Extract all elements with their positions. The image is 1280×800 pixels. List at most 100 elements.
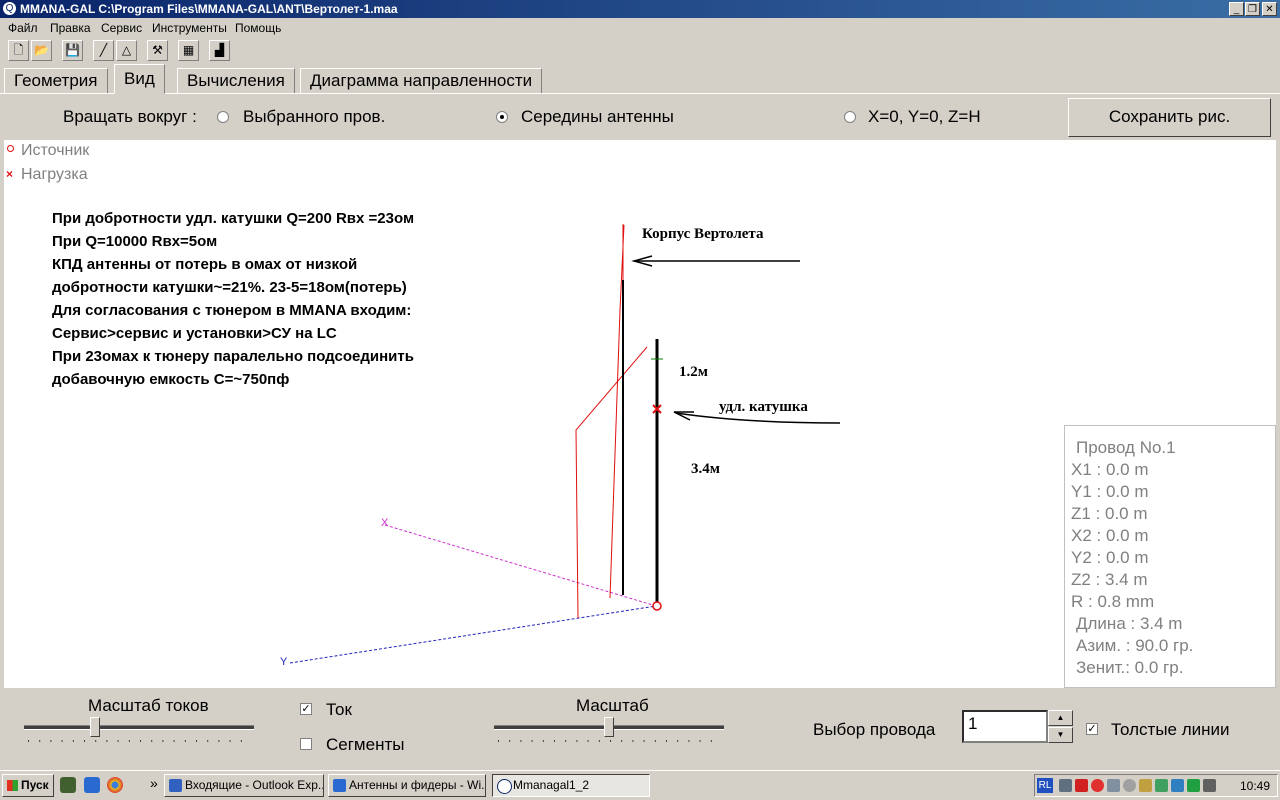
menu-edit[interactable]: Правка: [50, 21, 91, 35]
menu-file[interactable]: Файл: [8, 21, 38, 35]
wire-info-title: Провод No.1: [1076, 438, 1176, 457]
current-scale-ticks: [28, 740, 252, 742]
triangle-icon[interactable]: △: [116, 40, 137, 61]
task-browser-label: Антенны и фидеры - Wi...: [349, 778, 486, 792]
app-icon: Q: [3, 2, 16, 15]
current-checkbox[interactable]: ✓: [300, 703, 312, 715]
tray-network-icon[interactable]: [1059, 779, 1072, 792]
radio-antenna-center[interactable]: [496, 111, 508, 123]
segments-checkbox[interactable]: [300, 738, 312, 750]
tray-key-icon[interactable]: [1139, 779, 1152, 792]
antenna-view-canvas[interactable]: Источник × Нагрузка При добротности удл.…: [4, 140, 1276, 688]
load-legend-icon: ×: [6, 167, 14, 181]
tab-view[interactable]: Вид: [114, 64, 165, 94]
tray-green-icon[interactable]: [1155, 779, 1168, 792]
current-scale-thumb[interactable]: [90, 717, 100, 737]
wire-select-input[interactable]: 1: [962, 710, 1048, 743]
start-button[interactable]: Пуск: [2, 774, 54, 797]
save-picture-button[interactable]: Сохранить рис.: [1068, 98, 1271, 137]
wire-info-x1: X1 : 0.0 m: [1071, 460, 1149, 479]
note-line-1: При добротности удл. катушки Q=200 Rвх =…: [52, 210, 415, 227]
radio-origin[interactable]: [844, 111, 856, 123]
desktop-icon[interactable]: [60, 777, 76, 793]
tray-safe-remove-icon[interactable]: [1187, 779, 1200, 792]
thick-lines-label[interactable]: Толстые линии: [1111, 720, 1230, 740]
radio-origin-label[interactable]: X=0, Y=0, Z=H: [868, 107, 981, 127]
hull-outline-left: [575, 346, 648, 619]
thick-lines-checkbox[interactable]: ✓: [1086, 723, 1098, 735]
length-3-4-annotation: 3.4м: [691, 461, 720, 477]
rotate-label: Вращать вокруг :: [63, 107, 197, 126]
radio-selected-wire-label[interactable]: Выбранного пров.: [243, 107, 385, 127]
clock: 10:49: [1240, 779, 1271, 793]
wire-info-x2: X2 : 0.0 m: [1071, 526, 1149, 545]
current-checkbox-label[interactable]: Ток: [326, 700, 352, 720]
scale-label: Масштаб: [576, 696, 649, 715]
more-icon[interactable]: »: [150, 775, 158, 791]
tray-flag-icon[interactable]: [1075, 779, 1088, 792]
coil-arrow-head: [673, 411, 694, 421]
tray-volume-icon[interactable]: [1203, 779, 1216, 792]
start-label: Пуск: [21, 778, 49, 792]
spin-up-icon[interactable]: ▲: [1048, 710, 1073, 726]
window-title: MMANA-GAL C:\Program Files\MMANA-GAL\ANT…: [20, 2, 398, 16]
toolbar: 🗋 📂 💾 ╱ △ ⚒ ▦ ▟: [0, 38, 1280, 64]
tools-icon[interactable]: ⚒: [147, 40, 168, 61]
close-icon[interactable]: ✕: [1262, 2, 1277, 16]
wire-info-y1: Y1 : 0.0 m: [1071, 482, 1149, 501]
source-legend-icon: [7, 145, 14, 152]
current-scale-track[interactable]: [24, 725, 254, 730]
restore-icon[interactable]: ❐: [1245, 2, 1260, 16]
hull-outline-right: [609, 224, 625, 599]
wire-info-panel: Провод No.1 X1 : 0.0 m Y1 : 0.0 m Z1 : 0…: [1064, 425, 1276, 688]
task-browser[interactable]: Антенны и фидеры - Wi...: [328, 774, 486, 797]
minimize-icon[interactable]: _: [1229, 2, 1244, 16]
menu-help[interactable]: Помощь: [235, 21, 281, 35]
source-marker: [652, 601, 662, 611]
tab-geometry[interactable]: Геометрия: [4, 68, 108, 94]
tray-cd-icon[interactable]: [1123, 779, 1136, 792]
title-bar: Q MMANA-GAL C:\Program Files\MMANA-GAL\A…: [0, 0, 1280, 18]
spin-down-icon[interactable]: ▼: [1048, 727, 1073, 743]
menu-tools[interactable]: Инструменты: [152, 21, 227, 35]
open-folder-icon[interactable]: 📂: [31, 40, 52, 61]
mmana-icon: [497, 779, 512, 794]
wire-info-zenith: Зенит.: 0.0 гр.: [1076, 658, 1184, 677]
note-line-3: КПД антенны от потерь в омах от низкой: [52, 256, 358, 273]
tab-calculations[interactable]: Вычисления: [177, 68, 295, 94]
language-indicator[interactable]: RL: [1037, 778, 1053, 793]
y-axis-label: Y: [280, 656, 288, 668]
note-line-5: Для согласования с тюнером в MMANA входи…: [52, 302, 412, 319]
calculator-icon[interactable]: ▦: [178, 40, 199, 61]
task-outlook[interactable]: Входящие - Outlook Exp...: [164, 774, 324, 797]
wire-info-radius: R : 0.8 mm: [1071, 592, 1155, 611]
wire-info-z2: Z2 : 3.4 m: [1071, 570, 1148, 589]
tab-pattern[interactable]: Диаграмма направленности: [300, 68, 543, 94]
chrome-icon[interactable]: [107, 777, 123, 793]
task-mmana-label: Mmanagal1_2: [513, 778, 590, 792]
tray-tool-icon[interactable]: [1107, 779, 1120, 792]
chart-icon[interactable]: ▟: [209, 40, 230, 61]
menu-service[interactable]: Сервис: [101, 21, 142, 35]
outlook-icon: [169, 779, 182, 792]
line-icon[interactable]: ╱: [93, 40, 114, 61]
segments-checkbox-label[interactable]: Сегменты: [326, 735, 404, 755]
scale-ticks: [498, 740, 722, 742]
radio-selected-wire[interactable]: [217, 111, 229, 123]
tray-update-icon[interactable]: [1171, 779, 1184, 792]
browser-icon: [333, 779, 346, 792]
hull-annotation: Корпус Вертолета: [642, 226, 764, 242]
task-mmana[interactable]: Mmanagal1_2: [492, 774, 650, 797]
tray-opera-icon[interactable]: [1091, 779, 1104, 792]
x-axis-line: [384, 524, 657, 607]
wire-info-y2: Y2 : 0.0 m: [1071, 548, 1149, 567]
ie-icon[interactable]: [84, 777, 100, 793]
note-line-4: добротности катушки~=21%. 23-5=18ом(поте…: [52, 279, 407, 296]
windows-logo-icon: [7, 780, 18, 791]
new-file-icon[interactable]: 🗋: [8, 40, 29, 61]
radio-antenna-center-label[interactable]: Середины антенны: [521, 107, 674, 127]
scale-thumb[interactable]: [604, 717, 614, 737]
note-line-8: добавочную емкость С=~750пф: [52, 371, 290, 388]
bottom-controls: Масштаб токов ✓ Ток Сегменты Масштаб Выб…: [0, 690, 1280, 770]
save-icon[interactable]: 💾: [62, 40, 83, 61]
